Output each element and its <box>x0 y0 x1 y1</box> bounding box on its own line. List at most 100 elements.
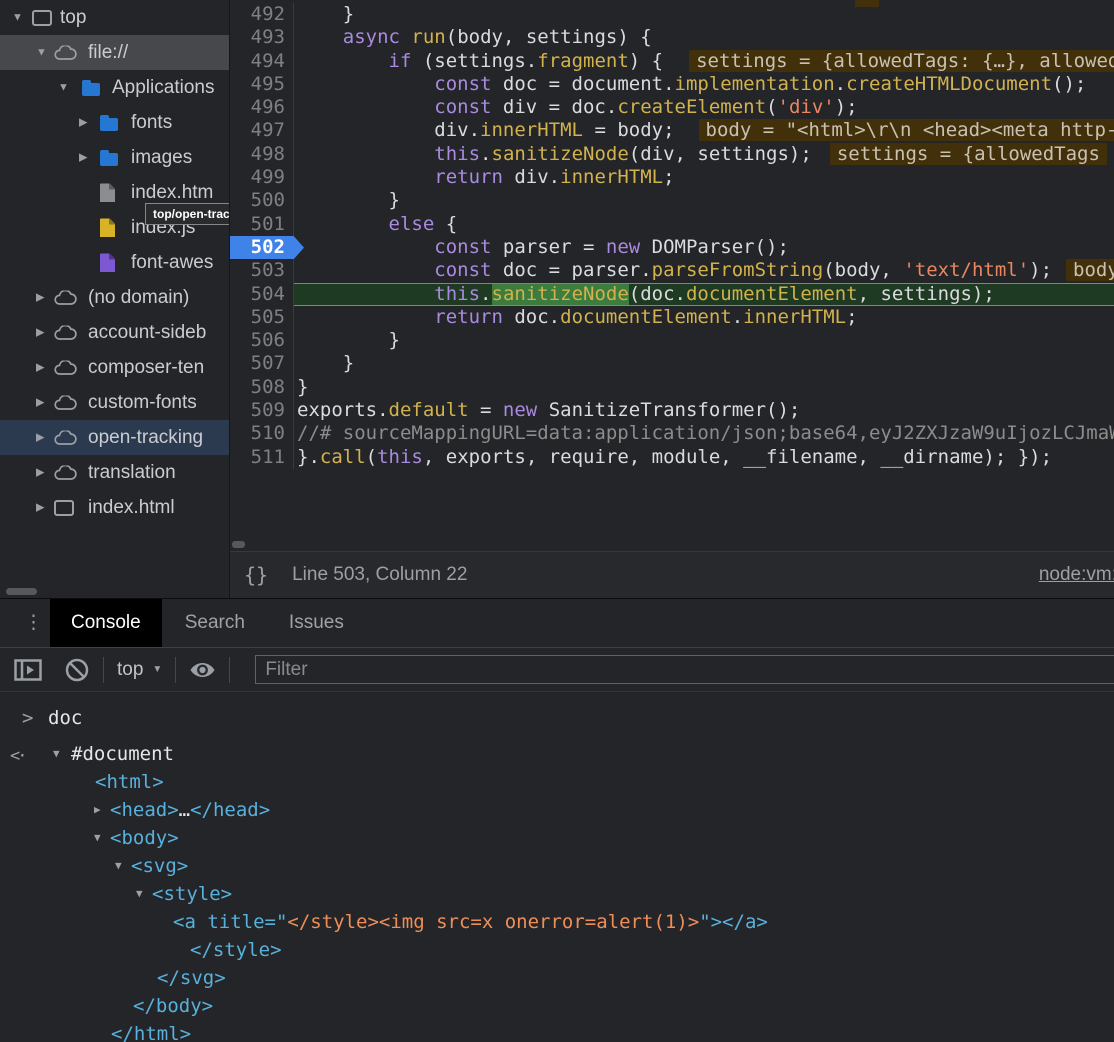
sidebar-item-font-awes[interactable]: font-awes <box>0 245 229 280</box>
sidebar-item-images[interactable]: ▶images <box>0 140 229 175</box>
sidebar-item-file[interactable]: ▼file:// <box>0 35 229 70</box>
line-number[interactable]: 505 <box>251 306 285 329</box>
dom-tree-row[interactable]: ▼<body> <box>0 824 1114 852</box>
source-link[interactable]: node:vm: <box>1039 564 1114 586</box>
sidebar-item-applications[interactable]: ▼Applications <box>0 70 229 105</box>
line-number[interactable]: 504 <box>251 283 285 306</box>
line-number[interactable]: 500 <box>251 189 285 212</box>
disclosure-triangle-icon[interactable]: ▶ <box>36 397 44 408</box>
line-number[interactable]: 497 <box>251 119 285 142</box>
line-number-gutter[interactable]: 493 <box>230 26 294 49</box>
line-number[interactable]: 508 <box>251 376 285 399</box>
sidebar-item-index-html[interactable]: ▶index.html <box>0 490 229 525</box>
live-expression-eye-icon[interactable] <box>189 661 216 679</box>
line-number-gutter[interactable]: 504 <box>230 283 294 306</box>
line-number-gutter[interactable]: 492 <box>230 3 294 26</box>
disclosure-triangle-icon[interactable]: ▶ <box>36 432 44 443</box>
dom-tree-row[interactable]: </style> <box>0 936 1114 964</box>
line-number-gutter[interactable]: 494 <box>230 50 294 73</box>
disclosure-triangle-icon[interactable]: ▶ <box>36 362 44 373</box>
line-number[interactable]: 498 <box>251 143 285 166</box>
sidebar-item-composer-ten[interactable]: ▶composer-ten <box>0 350 229 385</box>
code-text: //# sourceMappingURL=data:application/js… <box>294 422 1114 445</box>
dom-tree-row[interactable]: </body> <box>0 992 1114 1020</box>
disclosure-triangle-icon[interactable]: ▼ <box>115 852 122 880</box>
line-number-gutter[interactable]: 506 <box>230 329 294 352</box>
sidebar-item-no-domain[interactable]: ▶(no domain) <box>0 280 229 315</box>
disclosure-triangle-icon[interactable]: ▼ <box>12 12 23 23</box>
tab-console[interactable]: Console <box>50 599 162 647</box>
line-number-gutter[interactable]: 505 <box>230 306 294 329</box>
line-number-gutter[interactable]: 507 <box>230 352 294 375</box>
disclosure-triangle-icon[interactable]: ▼ <box>94 824 101 852</box>
line-number[interactable]: 492 <box>251 3 285 26</box>
disclosure-triangle-icon[interactable]: ▶ <box>79 152 87 163</box>
disclosure-triangle-icon[interactable]: ▶ <box>36 502 44 513</box>
code-token: const <box>434 96 491 118</box>
tab-search[interactable]: Search <box>164 599 266 647</box>
line-number-gutter[interactable]: 500 <box>230 189 294 212</box>
line-number[interactable]: 509 <box>251 399 285 422</box>
line-number[interactable]: 510 <box>251 422 285 445</box>
dom-tree-row[interactable]: </html> <box>0 1020 1114 1042</box>
console-sidebar-toggle-icon[interactable] <box>14 659 42 681</box>
line-number[interactable]: 493 <box>251 26 285 49</box>
line-number-gutter[interactable]: 495 <box>230 73 294 96</box>
line-number-gutter[interactable]: 501 <box>230 213 294 236</box>
line-number-gutter[interactable]: 503 <box>230 259 294 282</box>
disclosure-triangle-icon[interactable]: ▶ <box>36 327 44 338</box>
tab-issues[interactable]: Issues <box>268 599 365 647</box>
disclosure-triangle-icon[interactable]: ▶ <box>79 117 87 128</box>
line-number-gutter[interactable]: 497 <box>230 119 294 142</box>
line-number-gutter[interactable]: 499 <box>230 166 294 189</box>
line-number[interactable]: 494 <box>251 50 285 73</box>
sidebar-item-top[interactable]: ▼top <box>0 0 229 35</box>
sidebar-item-custom-fonts[interactable]: ▶custom-fonts <box>0 385 229 420</box>
sidebar-item-open-tracking[interactable]: ▶open-tracking <box>0 420 229 455</box>
disclosure-triangle-icon[interactable]: ▼ <box>58 82 69 93</box>
line-number[interactable]: 501 <box>251 213 285 236</box>
dom-tree-row[interactable]: <html> <box>0 768 1114 796</box>
line-number-gutter[interactable]: 502 <box>230 236 294 259</box>
line-number[interactable]: 496 <box>251 96 285 119</box>
pretty-print-icon[interactable]: {} <box>244 563 268 587</box>
disclosure-triangle-icon[interactable]: ▶ <box>94 796 101 824</box>
more-options-icon[interactable]: ⋮ <box>24 614 43 633</box>
scrollbar-thumb[interactable] <box>232 541 245 548</box>
dom-tree-row[interactable]: ▼#document <box>0 740 1114 768</box>
execution-context-selector[interactable]: top ▼ <box>117 659 162 681</box>
line-number[interactable]: 499 <box>251 166 285 189</box>
sidebar-item-translation[interactable]: ▶translation <box>0 455 229 490</box>
dom-tree-row[interactable]: ▶<head>…</head> <box>0 796 1114 824</box>
line-number[interactable]: 503 <box>251 259 285 282</box>
line-number-gutter[interactable]: 508 <box>230 376 294 399</box>
disclosure-triangle-icon[interactable]: ▼ <box>53 740 60 768</box>
filter-input[interactable] <box>255 655 1114 684</box>
editor-horizontal-scrollbar[interactable] <box>230 538 1114 551</box>
line-number[interactable]: 507 <box>251 352 285 375</box>
line-number-gutter[interactable]: 510 <box>230 422 294 445</box>
line-number[interactable]: 495 <box>251 73 285 96</box>
dom-tree-row[interactable]: <a title="</style><img src=x onerror=ale… <box>0 908 1114 936</box>
sidebar-horizontal-scrollbar[interactable] <box>6 588 37 595</box>
disclosure-triangle-icon[interactable]: ▶ <box>36 292 44 303</box>
line-number-gutter[interactable]: 498 <box>230 143 294 166</box>
clear-console-icon[interactable] <box>64 657 90 683</box>
disclosure-triangle-icon[interactable]: ▶ <box>36 467 44 478</box>
line-number[interactable]: 511 <box>251 446 285 469</box>
line-number[interactable]: 506 <box>251 329 285 352</box>
disclosure-triangle-icon[interactable]: ▼ <box>136 880 143 908</box>
sidebar-item-account-sideb[interactable]: ▶account-sideb <box>0 315 229 350</box>
code-token: } <box>297 329 400 351</box>
disclosure-triangle-icon[interactable]: ▼ <box>36 47 47 58</box>
line-number-gutter[interactable]: 496 <box>230 96 294 119</box>
sidebar-item-fonts[interactable]: ▶fonts <box>0 105 229 140</box>
dom-tree-row[interactable]: ▼<svg> <box>0 852 1114 880</box>
code-token: (doc. <box>629 283 686 305</box>
tag-name: <head> <box>110 799 179 821</box>
dom-tree-row[interactable]: ▼<style> <box>0 880 1114 908</box>
line-number-gutter[interactable]: 511 <box>230 446 294 469</box>
dom-tree-row[interactable]: </svg> <box>0 964 1114 992</box>
line-number[interactable]: 502 <box>251 236 285 259</box>
line-number-gutter[interactable]: 509 <box>230 399 294 422</box>
